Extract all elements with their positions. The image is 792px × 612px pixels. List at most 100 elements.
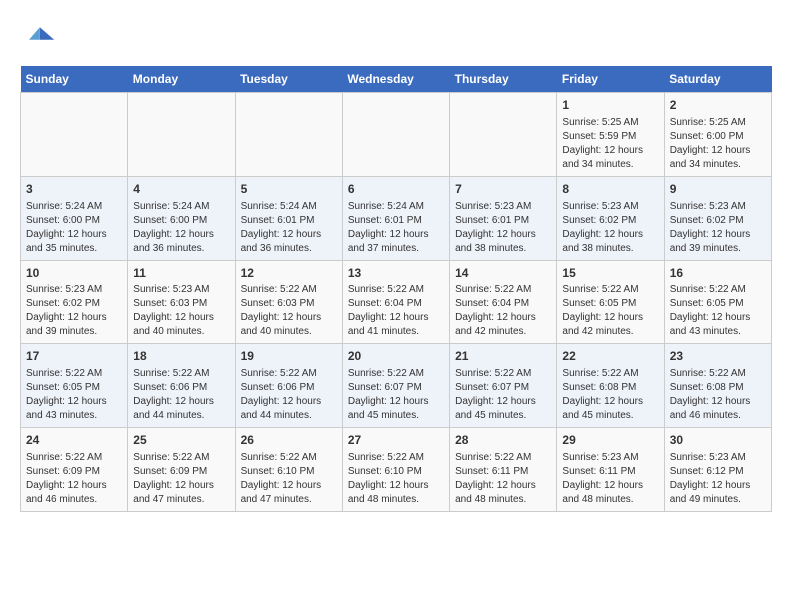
day-info: Sunrise: 5:23 AM Sunset: 6:12 PM Dayligh… bbox=[670, 451, 766, 507]
calendar-cell bbox=[21, 93, 128, 177]
day-number: 1 bbox=[562, 97, 658, 114]
calendar-cell: 12Sunrise: 5:22 AM Sunset: 6:03 PM Dayli… bbox=[235, 260, 342, 344]
day-info: Sunrise: 5:22 AM Sunset: 6:11 PM Dayligh… bbox=[455, 451, 551, 507]
weekday-header: Wednesday bbox=[342, 66, 449, 93]
day-number: 12 bbox=[241, 265, 337, 282]
calendar-cell: 26 Sunrise: 5:22 AM Sunset: 6:10 PM Dayli… bbox=[235, 428, 342, 512]
day-info: Sunrise: 5:25 AM Sunset: 6:00 PM Dayligh… bbox=[670, 116, 766, 172]
day-number: 7 bbox=[455, 181, 551, 198]
weekday-row: SundayMondayTuesdayWednesdayThursdayFrid… bbox=[21, 66, 772, 93]
day-number: 16 bbox=[670, 265, 766, 282]
day-info: Sunrise: 5:23 AM Sunset: 6:11 PM Dayligh… bbox=[562, 451, 658, 507]
day-info: Sunrise: 5:22 AM Sunset: 6:06 PM Dayligh… bbox=[133, 367, 229, 423]
calendar-cell: 7 Sunrise: 5:23 AM Sunset: 6:01 PM Daylig… bbox=[450, 176, 557, 260]
calendar-body: 1 Sunrise: 5:25 AM Sunset: 5:59 PM Daylig… bbox=[21, 93, 772, 512]
calendar-week-row: 24 Sunrise: 5:22 AM Sunset: 6:09 PM Dayli… bbox=[21, 428, 772, 512]
calendar-table: SundayMondayTuesdayWednesdayThursdayFrid… bbox=[20, 66, 772, 512]
day-number: 19 bbox=[241, 348, 337, 365]
calendar-cell bbox=[342, 93, 449, 177]
calendar-cell: 27 Sunrise: 5:22 AM Sunset: 6:10 PM Dayli… bbox=[342, 428, 449, 512]
calendar-cell: 16Sunrise: 5:22 AM Sunset: 6:05 PM Dayli… bbox=[664, 260, 771, 344]
day-info: Sunrise: 5:24 AM Sunset: 6:01 PM Dayligh… bbox=[348, 200, 444, 256]
day-number: 29 bbox=[562, 432, 658, 449]
day-number: 13 bbox=[348, 265, 444, 282]
day-info: Sunrise: 5:24 AM Sunset: 6:00 PM Dayligh… bbox=[26, 200, 122, 256]
calendar-cell: 30 Sunrise: 5:23 AM Sunset: 6:12 PM Dayli… bbox=[664, 428, 771, 512]
day-info: Sunrise: 5:22 AM Sunset: 6:06 PM Dayligh… bbox=[241, 367, 337, 423]
day-number: 9 bbox=[670, 181, 766, 198]
day-info: Sunrise: 5:22 AM Sunset: 6:08 PM Dayligh… bbox=[670, 367, 766, 423]
day-info: Sunrise: 5:22 AM Sunset: 6:05 PM Dayligh… bbox=[562, 283, 658, 339]
calendar-cell: 9 Sunrise: 5:23 AM Sunset: 6:02 PM Daylig… bbox=[664, 176, 771, 260]
calendar-cell: 21 Sunrise: 5:22 AM Sunset: 6:07 PM Dayli… bbox=[450, 344, 557, 428]
weekday-header: Thursday bbox=[450, 66, 557, 93]
calendar-cell: 11Sunrise: 5:23 AM Sunset: 6:03 PM Dayli… bbox=[128, 260, 235, 344]
weekday-header: Friday bbox=[557, 66, 664, 93]
calendar-cell: 24Sunrise: 5:22 AM Sunset: 6:09 PM Dayli… bbox=[21, 428, 128, 512]
logo-icon bbox=[20, 20, 56, 56]
calendar-cell: 25Sunrise: 5:22 AM Sunset: 6:09 PM Dayli… bbox=[128, 428, 235, 512]
weekday-header: Tuesday bbox=[235, 66, 342, 93]
day-number: 5 bbox=[241, 181, 337, 198]
day-number: 17 bbox=[26, 348, 122, 365]
day-info: Sunrise: 5:23 AM Sunset: 6:02 PM Dayligh… bbox=[562, 200, 658, 256]
day-number: 3 bbox=[26, 181, 122, 198]
day-info: Sunrise: 5:22 AM Sunset: 6:08 PM Dayligh… bbox=[562, 367, 658, 423]
calendar-cell bbox=[450, 93, 557, 177]
day-info: Sunrise: 5:23 AM Sunset: 6:02 PM Dayligh… bbox=[26, 283, 122, 339]
calendar-cell: 15Sunrise: 5:22 AM Sunset: 6:05 PM Dayli… bbox=[557, 260, 664, 344]
day-number: 27 bbox=[348, 432, 444, 449]
day-number: 20 bbox=[348, 348, 444, 365]
day-info: Sunrise: 5:22 AM Sunset: 6:04 PM Dayligh… bbox=[348, 283, 444, 339]
calendar-cell: 6 Sunrise: 5:24 AM Sunset: 6:01 PM Daylig… bbox=[342, 176, 449, 260]
calendar-cell bbox=[128, 93, 235, 177]
day-number: 14 bbox=[455, 265, 551, 282]
day-info: Sunrise: 5:24 AM Sunset: 6:00 PM Dayligh… bbox=[133, 200, 229, 256]
day-number: 26 bbox=[241, 432, 337, 449]
weekday-header: Saturday bbox=[664, 66, 771, 93]
day-info: Sunrise: 5:22 AM Sunset: 6:05 PM Dayligh… bbox=[26, 367, 122, 423]
calendar-cell: 23 Sunrise: 5:22 AM Sunset: 6:08 PM Dayli… bbox=[664, 344, 771, 428]
day-info: Sunrise: 5:22 AM Sunset: 6:10 PM Dayligh… bbox=[241, 451, 337, 507]
day-number: 30 bbox=[670, 432, 766, 449]
calendar-cell bbox=[235, 93, 342, 177]
day-info: Sunrise: 5:22 AM Sunset: 6:07 PM Dayligh… bbox=[455, 367, 551, 423]
calendar-cell: 20 Sunrise: 5:22 AM Sunset: 6:07 PM Dayli… bbox=[342, 344, 449, 428]
day-info: Sunrise: 5:22 AM Sunset: 6:09 PM Dayligh… bbox=[133, 451, 229, 507]
weekday-header: Monday bbox=[128, 66, 235, 93]
day-info: Sunrise: 5:23 AM Sunset: 6:01 PM Dayligh… bbox=[455, 200, 551, 256]
day-number: 8 bbox=[562, 181, 658, 198]
weekday-header: Sunday bbox=[21, 66, 128, 93]
calendar-cell: 28 Sunrise: 5:22 AM Sunset: 6:11 PM Dayli… bbox=[450, 428, 557, 512]
day-number: 4 bbox=[133, 181, 229, 198]
calendar-week-row: 17 Sunrise: 5:22 AM Sunset: 6:05 PM Dayli… bbox=[21, 344, 772, 428]
day-info: Sunrise: 5:24 AM Sunset: 6:01 PM Dayligh… bbox=[241, 200, 337, 256]
day-number: 6 bbox=[348, 181, 444, 198]
calendar-cell: 14Sunrise: 5:22 AM Sunset: 6:04 PM Dayli… bbox=[450, 260, 557, 344]
day-number: 15 bbox=[562, 265, 658, 282]
day-number: 11 bbox=[133, 265, 229, 282]
day-number: 23 bbox=[670, 348, 766, 365]
day-number: 18 bbox=[133, 348, 229, 365]
day-info: Sunrise: 5:23 AM Sunset: 6:02 PM Dayligh… bbox=[670, 200, 766, 256]
calendar-cell: 4 Sunrise: 5:24 AM Sunset: 6:00 PM Daylig… bbox=[128, 176, 235, 260]
day-info: Sunrise: 5:22 AM Sunset: 6:10 PM Dayligh… bbox=[348, 451, 444, 507]
day-number: 28 bbox=[455, 432, 551, 449]
day-info: Sunrise: 5:25 AM Sunset: 5:59 PM Dayligh… bbox=[562, 116, 658, 172]
day-number: 24 bbox=[26, 432, 122, 449]
calendar-cell: 1 Sunrise: 5:25 AM Sunset: 5:59 PM Daylig… bbox=[557, 93, 664, 177]
day-number: 21 bbox=[455, 348, 551, 365]
calendar-header: SundayMondayTuesdayWednesdayThursdayFrid… bbox=[21, 66, 772, 93]
day-number: 22 bbox=[562, 348, 658, 365]
calendar-cell: 2Sunrise: 5:25 AM Sunset: 6:00 PM Daylig… bbox=[664, 93, 771, 177]
calendar-cell: 19 Sunrise: 5:22 AM Sunset: 6:06 PM Dayli… bbox=[235, 344, 342, 428]
calendar-cell: 10Sunrise: 5:23 AM Sunset: 6:02 PM Dayli… bbox=[21, 260, 128, 344]
day-info: Sunrise: 5:22 AM Sunset: 6:03 PM Dayligh… bbox=[241, 283, 337, 339]
logo bbox=[20, 20, 60, 56]
calendar-cell: 13Sunrise: 5:22 AM Sunset: 6:04 PM Dayli… bbox=[342, 260, 449, 344]
calendar-cell: 18 Sunrise: 5:22 AM Sunset: 6:06 PM Dayli… bbox=[128, 344, 235, 428]
day-info: Sunrise: 5:22 AM Sunset: 6:07 PM Dayligh… bbox=[348, 367, 444, 423]
calendar-cell: 29 Sunrise: 5:23 AM Sunset: 6:11 PM Dayli… bbox=[557, 428, 664, 512]
page-header bbox=[20, 20, 772, 56]
calendar-week-row: 10Sunrise: 5:23 AM Sunset: 6:02 PM Dayli… bbox=[21, 260, 772, 344]
